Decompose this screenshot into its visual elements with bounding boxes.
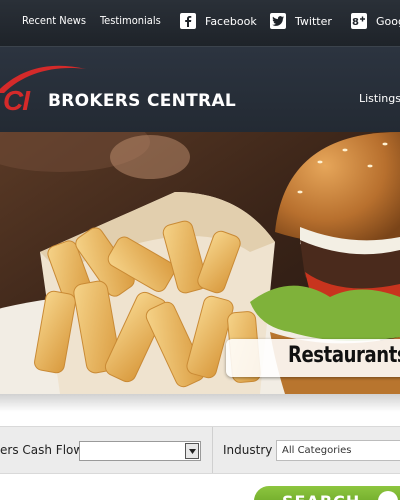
- chevron-down-icon[interactable]: [185, 443, 199, 459]
- industry-select[interactable]: All Categories: [276, 440, 400, 461]
- facebook-label: Facebook: [205, 14, 257, 28]
- search-button-label: SEARCH: [282, 492, 360, 500]
- cash-flow-label: ers Cash Flow: [0, 443, 84, 457]
- facebook-icon: [180, 13, 196, 29]
- industry-label: Industry: [223, 443, 273, 457]
- twitter-label: Twitter: [295, 14, 332, 28]
- google-plus-icon: 8: [351, 13, 367, 29]
- google-plus-link[interactable]: 8 Google: [351, 13, 400, 29]
- site-header: CI BROKERS CENTRAL Listings: [0, 47, 400, 132]
- logo-mark[interactable]: CI: [3, 85, 30, 117]
- cash-flow-select[interactable]: [79, 441, 201, 461]
- search-button[interactable]: SEARCH: [254, 486, 400, 500]
- top-bar: Recent News Testimonials Facebook Twitte…: [0, 0, 400, 47]
- divider: [212, 427, 213, 473]
- hero-shadow: [0, 394, 400, 412]
- svg-text:8: 8: [352, 17, 359, 27]
- twitter-icon: [270, 13, 286, 29]
- nav-item-listings[interactable]: Listings: [359, 92, 400, 105]
- brand-name[interactable]: BROKERS CENTRAL: [48, 91, 236, 111]
- hero-caption-text: Restaurants: [288, 343, 400, 368]
- arrow-circle-icon: [378, 491, 398, 500]
- twitter-link[interactable]: Twitter: [270, 13, 332, 29]
- recent-news-link[interactable]: Recent News: [22, 14, 86, 27]
- industry-select-value: All Categories: [282, 445, 352, 456]
- testimonials-link[interactable]: Testimonials: [100, 14, 161, 27]
- facebook-link[interactable]: Facebook: [180, 13, 257, 29]
- google-plus-label: Google: [376, 14, 400, 28]
- hero-caption[interactable]: Restaurants: [226, 339, 400, 377]
